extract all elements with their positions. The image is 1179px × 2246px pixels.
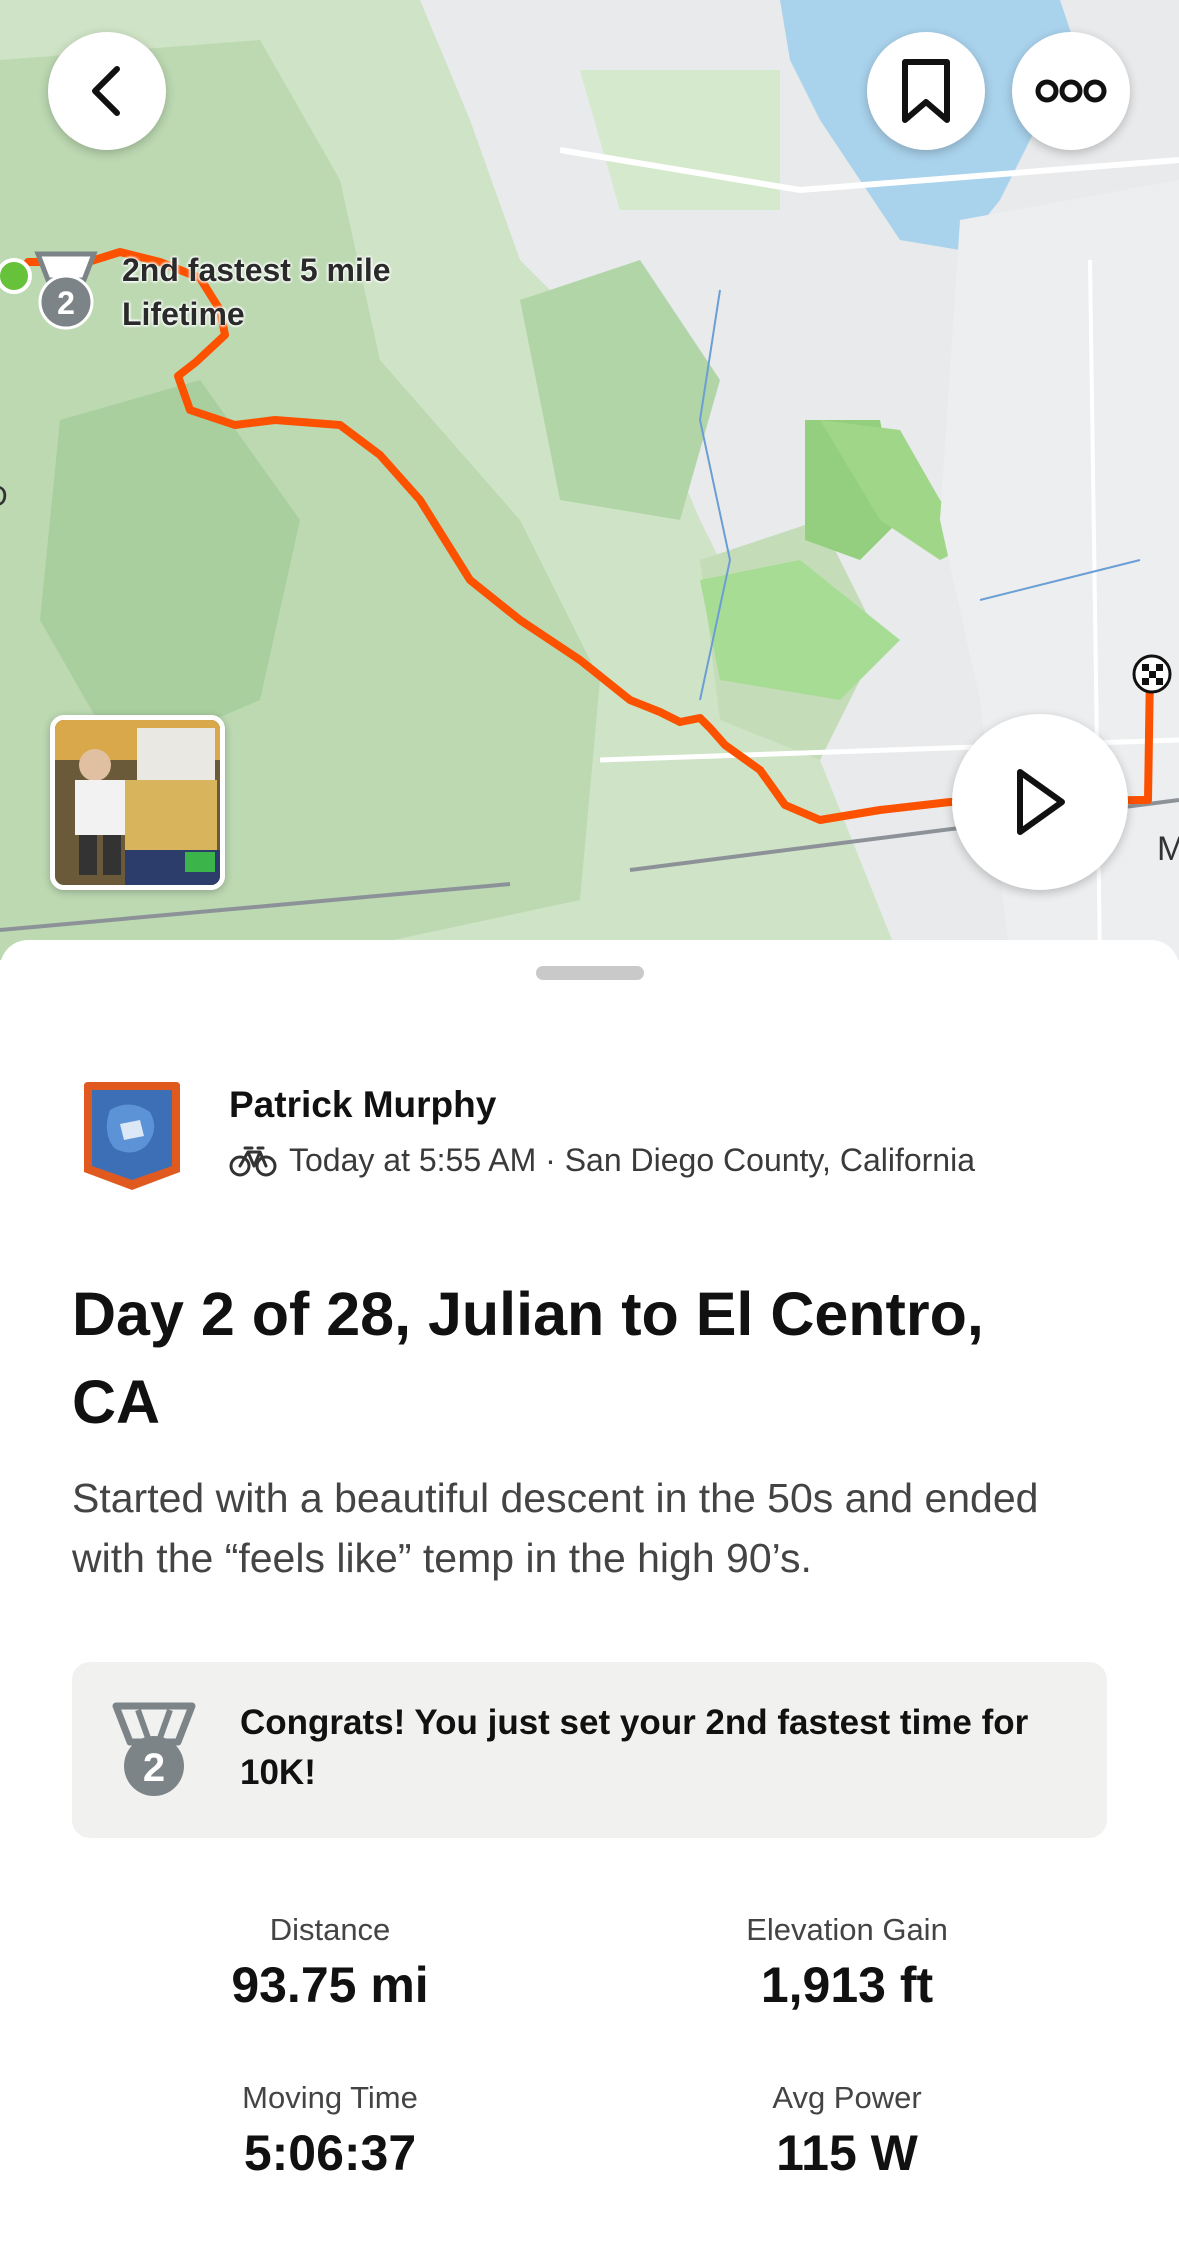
play-flyover-button[interactable]: [952, 714, 1128, 890]
stat-moving-time: Moving Time 5:06:37: [120, 2080, 540, 2182]
activity-meta: Today at 5:55 AM · San Diego County, Cal…: [229, 1142, 975, 1179]
activity-meta-text: Today at 5:55 AM · San Diego County, Cal…: [289, 1142, 975, 1178]
sheet-drag-handle[interactable]: [536, 966, 644, 980]
more-horizontal-icon: [1035, 79, 1107, 103]
more-options-button[interactable]: [1012, 32, 1130, 150]
stat-label: Distance: [269, 1912, 391, 1947]
activity-detail-sheet: Patrick Murphy Today at 5:55 AM · San Di…: [0, 940, 1179, 2246]
back-button[interactable]: [48, 32, 166, 150]
stat-value: 5:06:37: [243, 2125, 417, 2181]
athlete-avatar[interactable]: [80, 1080, 184, 1192]
stat-elevation-gain: Elevation Gain 1,913 ft: [637, 1912, 1057, 2014]
stat-label: Elevation Gain: [746, 1912, 948, 1947]
activity-title: Day 2 of 28, Julian to El Centro, CA: [72, 1280, 984, 1436]
stat-distance: Distance 93.75 mi: [120, 1912, 540, 2014]
achievement-label-line2: Lifetime: [122, 296, 245, 332]
stat-avg-power: Avg Power 115 W: [637, 2080, 1057, 2182]
achievement-banner[interactable]: 2 Congrats! You just set your 2nd fastes…: [72, 1662, 1107, 1838]
map-achievement-label: 2nd fastest 5 mile Lifetime: [122, 248, 391, 336]
route-map[interactable]: 2 2nd fastest 5 mile Lifetime D M: [0, 0, 1179, 960]
bike-icon: [229, 1146, 277, 1176]
photo-image: [55, 720, 220, 885]
stat-value: 115 W: [776, 2125, 918, 2181]
stat-label: Moving Time: [242, 2080, 418, 2115]
activity-description: Started with a beautiful descent in the …: [72, 1475, 1039, 1581]
svg-text:2: 2: [57, 285, 75, 321]
map-medal-icon: 2: [34, 251, 98, 330]
map-edge-label-left: D: [0, 480, 8, 514]
athlete-name[interactable]: Patrick Murphy: [229, 1084, 496, 1126]
silver-medal-icon: 2: [112, 1702, 196, 1796]
achievement-label-line1: 2nd fastest 5 mile: [122, 252, 391, 288]
medal-rank: 2: [143, 1746, 165, 1790]
bookmark-icon: [902, 59, 950, 123]
play-icon: [1017, 769, 1065, 835]
chevron-left-icon: [92, 66, 120, 116]
map-edge-label-right: M: [1157, 830, 1179, 868]
stat-value: 93.75 mi: [231, 1957, 429, 2013]
bookmark-button[interactable]: [867, 32, 985, 150]
achievement-text: Congrats! You just set your 2nd fastest …: [240, 1703, 1029, 1792]
stat-label: Avg Power: [772, 2080, 922, 2115]
athlete-header[interactable]: Patrick Murphy Today at 5:55 AM · San Di…: [72, 1080, 1112, 1200]
activity-photo-thumbnail[interactable]: [50, 715, 225, 890]
stat-value: 1,913 ft: [760, 1957, 934, 2013]
